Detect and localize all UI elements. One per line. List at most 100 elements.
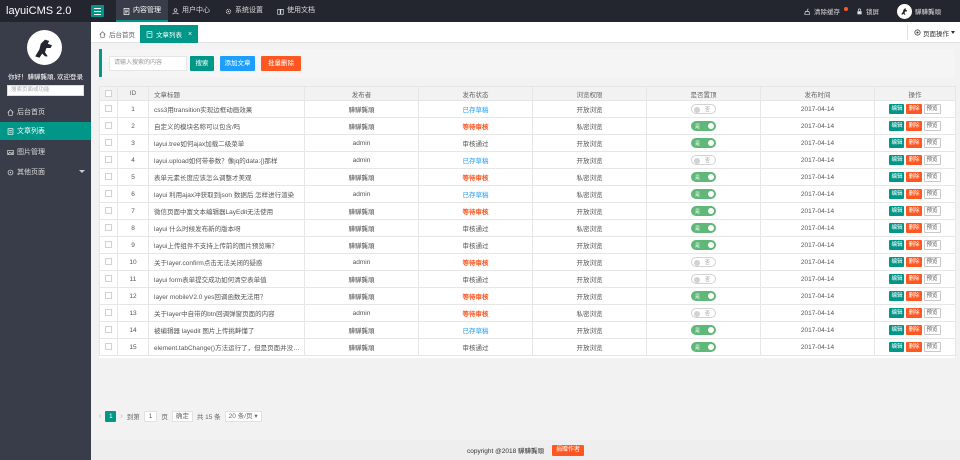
edit-button[interactable]: 编辑 [889, 223, 905, 233]
row-checkbox[interactable] [105, 241, 112, 249]
row-checkbox[interactable] [105, 139, 112, 147]
pinned-toggle[interactable]: 是 [691, 291, 716, 301]
row-checkbox[interactable] [105, 343, 112, 351]
topnav-user-center[interactable]: 用户中心 [172, 0, 210, 22]
pinned-toggle[interactable]: 是 [691, 121, 716, 131]
edit-button[interactable]: 编辑 [889, 155, 905, 165]
header-title[interactable]: 文章标题 [148, 86, 305, 101]
pinned-toggle[interactable]: 是 [691, 172, 716, 182]
header-date[interactable]: 发布时间 [760, 86, 875, 101]
app-logo[interactable]: layuiCMS 2.0 [6, 5, 71, 17]
search-button[interactable]: 搜索 [190, 56, 214, 71]
header-pinned[interactable]: 是否置顶 [646, 86, 761, 101]
preview-button[interactable]: 预览 [923, 121, 941, 131]
row-checkbox[interactable] [105, 224, 112, 232]
edit-button[interactable]: 编辑 [889, 257, 905, 267]
header-status[interactable]: 发布状态 [418, 86, 533, 101]
row-checkbox-cell[interactable] [99, 151, 118, 169]
pinned-toggle[interactable]: 是 [691, 240, 716, 250]
row-checkbox-cell[interactable] [99, 168, 118, 186]
delete-button[interactable]: 删除 [906, 291, 922, 301]
row-checkbox-cell[interactable] [99, 236, 118, 254]
row-checkbox[interactable] [105, 207, 112, 215]
pinned-toggle[interactable]: 是 [691, 189, 716, 199]
row-checkbox-cell[interactable] [99, 134, 118, 152]
delete-button[interactable]: 删除 [906, 274, 922, 284]
row-checkbox[interactable] [105, 190, 112, 198]
delete-button[interactable]: 删除 [906, 257, 922, 267]
page-number-current[interactable]: 1 [105, 410, 117, 422]
delete-button[interactable]: 删除 [906, 206, 922, 216]
delete-button[interactable]: 删除 [906, 342, 922, 352]
select-all-checkbox[interactable] [105, 89, 112, 97]
row-checkbox[interactable] [105, 275, 112, 283]
user-avatar[interactable] [27, 30, 62, 65]
edit-button[interactable]: 编辑 [889, 291, 905, 301]
delete-button[interactable]: 删除 [906, 240, 922, 250]
delete-button[interactable]: 删除 [906, 308, 922, 318]
batch-delete-button[interactable]: 批量删除 [261, 56, 301, 71]
edit-button[interactable]: 编辑 [889, 240, 905, 250]
row-checkbox-cell[interactable] [99, 202, 118, 220]
row-checkbox[interactable] [105, 309, 112, 317]
preview-button[interactable]: 预览 [923, 172, 941, 182]
edit-button[interactable]: 编辑 [889, 189, 905, 199]
delete-button[interactable]: 删除 [906, 223, 922, 233]
preview-button[interactable]: 预览 [923, 223, 941, 233]
row-checkbox[interactable] [105, 292, 112, 300]
delete-button[interactable]: 删除 [906, 325, 922, 335]
pinned-toggle[interactable]: 否 [691, 155, 716, 165]
edit-button[interactable]: 编辑 [889, 172, 905, 182]
pinned-toggle[interactable]: 否 [691, 308, 716, 318]
pinned-toggle[interactable]: 否 [691, 257, 716, 267]
delete-button[interactable]: 删除 [906, 121, 922, 131]
pinned-toggle[interactable]: 否 [691, 104, 716, 114]
clear-cache-button[interactable]: 清除缓存 [804, 0, 848, 22]
goto-confirm-button[interactable]: 确定 [171, 410, 193, 422]
row-checkbox-cell[interactable] [99, 270, 118, 288]
preview-button[interactable]: 预览 [923, 308, 941, 318]
lock-screen-button[interactable]: 锁屏 [856, 0, 879, 22]
pinned-toggle[interactable]: 是 [691, 342, 716, 352]
topnav-docs[interactable]: 使用文档 [277, 0, 315, 22]
user-menu[interactable]: 驊驊龔頑 [897, 0, 941, 22]
delete-button[interactable]: 删除 [906, 189, 922, 199]
row-checkbox[interactable] [105, 105, 112, 113]
preview-button[interactable]: 预览 [923, 155, 941, 165]
next-page-icon[interactable]: › [120, 413, 122, 420]
edit-button[interactable]: 编辑 [889, 342, 905, 352]
preview-button[interactable]: 预览 [923, 325, 941, 335]
pinned-toggle[interactable]: 是 [691, 206, 716, 216]
row-checkbox-cell[interactable] [99, 338, 118, 356]
edit-button[interactable]: 编辑 [889, 206, 905, 216]
tab-article-list[interactable]: 文章列表 × [140, 25, 199, 43]
header-author[interactable]: 发布者 [304, 86, 419, 101]
per-page-select[interactable]: 20 条/页 ▾ [224, 410, 262, 422]
edit-button[interactable]: 编辑 [889, 121, 905, 131]
pinned-toggle[interactable]: 是 [691, 223, 716, 233]
prev-page-icon[interactable]: ‹ [99, 413, 101, 420]
edit-button[interactable]: 编辑 [889, 104, 905, 114]
preview-button[interactable]: 预览 [923, 206, 941, 216]
close-icon[interactable]: × [188, 31, 192, 38]
add-article-button[interactable]: 添加文章 [220, 56, 255, 71]
sidebar-item-home[interactable]: 后台首页 [0, 103, 91, 121]
row-checkbox[interactable] [105, 156, 112, 164]
search-input[interactable]: 请输入搜索的内容 [109, 56, 187, 71]
header-checkbox-cell[interactable] [99, 86, 118, 101]
preview-button[interactable]: 预览 [923, 104, 941, 114]
row-checkbox[interactable] [105, 326, 112, 334]
edit-button[interactable]: 编辑 [889, 325, 905, 335]
sidebar-search-input[interactable]: 搜索页面或功能 [7, 85, 84, 96]
sidebar-item-articles[interactable]: 文章列表 [0, 122, 91, 140]
delete-button[interactable]: 删除 [906, 172, 922, 182]
row-checkbox[interactable] [105, 258, 112, 266]
topnav-content-manage[interactable]: 内容管理 [116, 0, 168, 22]
row-checkbox-cell[interactable] [99, 253, 118, 271]
row-checkbox-cell[interactable] [99, 321, 118, 339]
header-permission[interactable]: 浏览权限 [532, 86, 647, 101]
goto-page-input[interactable]: 1 [143, 410, 158, 422]
edit-button[interactable]: 编辑 [889, 308, 905, 318]
tab-home[interactable]: 后台首页 [93, 25, 141, 43]
row-checkbox-cell[interactable] [99, 219, 118, 237]
